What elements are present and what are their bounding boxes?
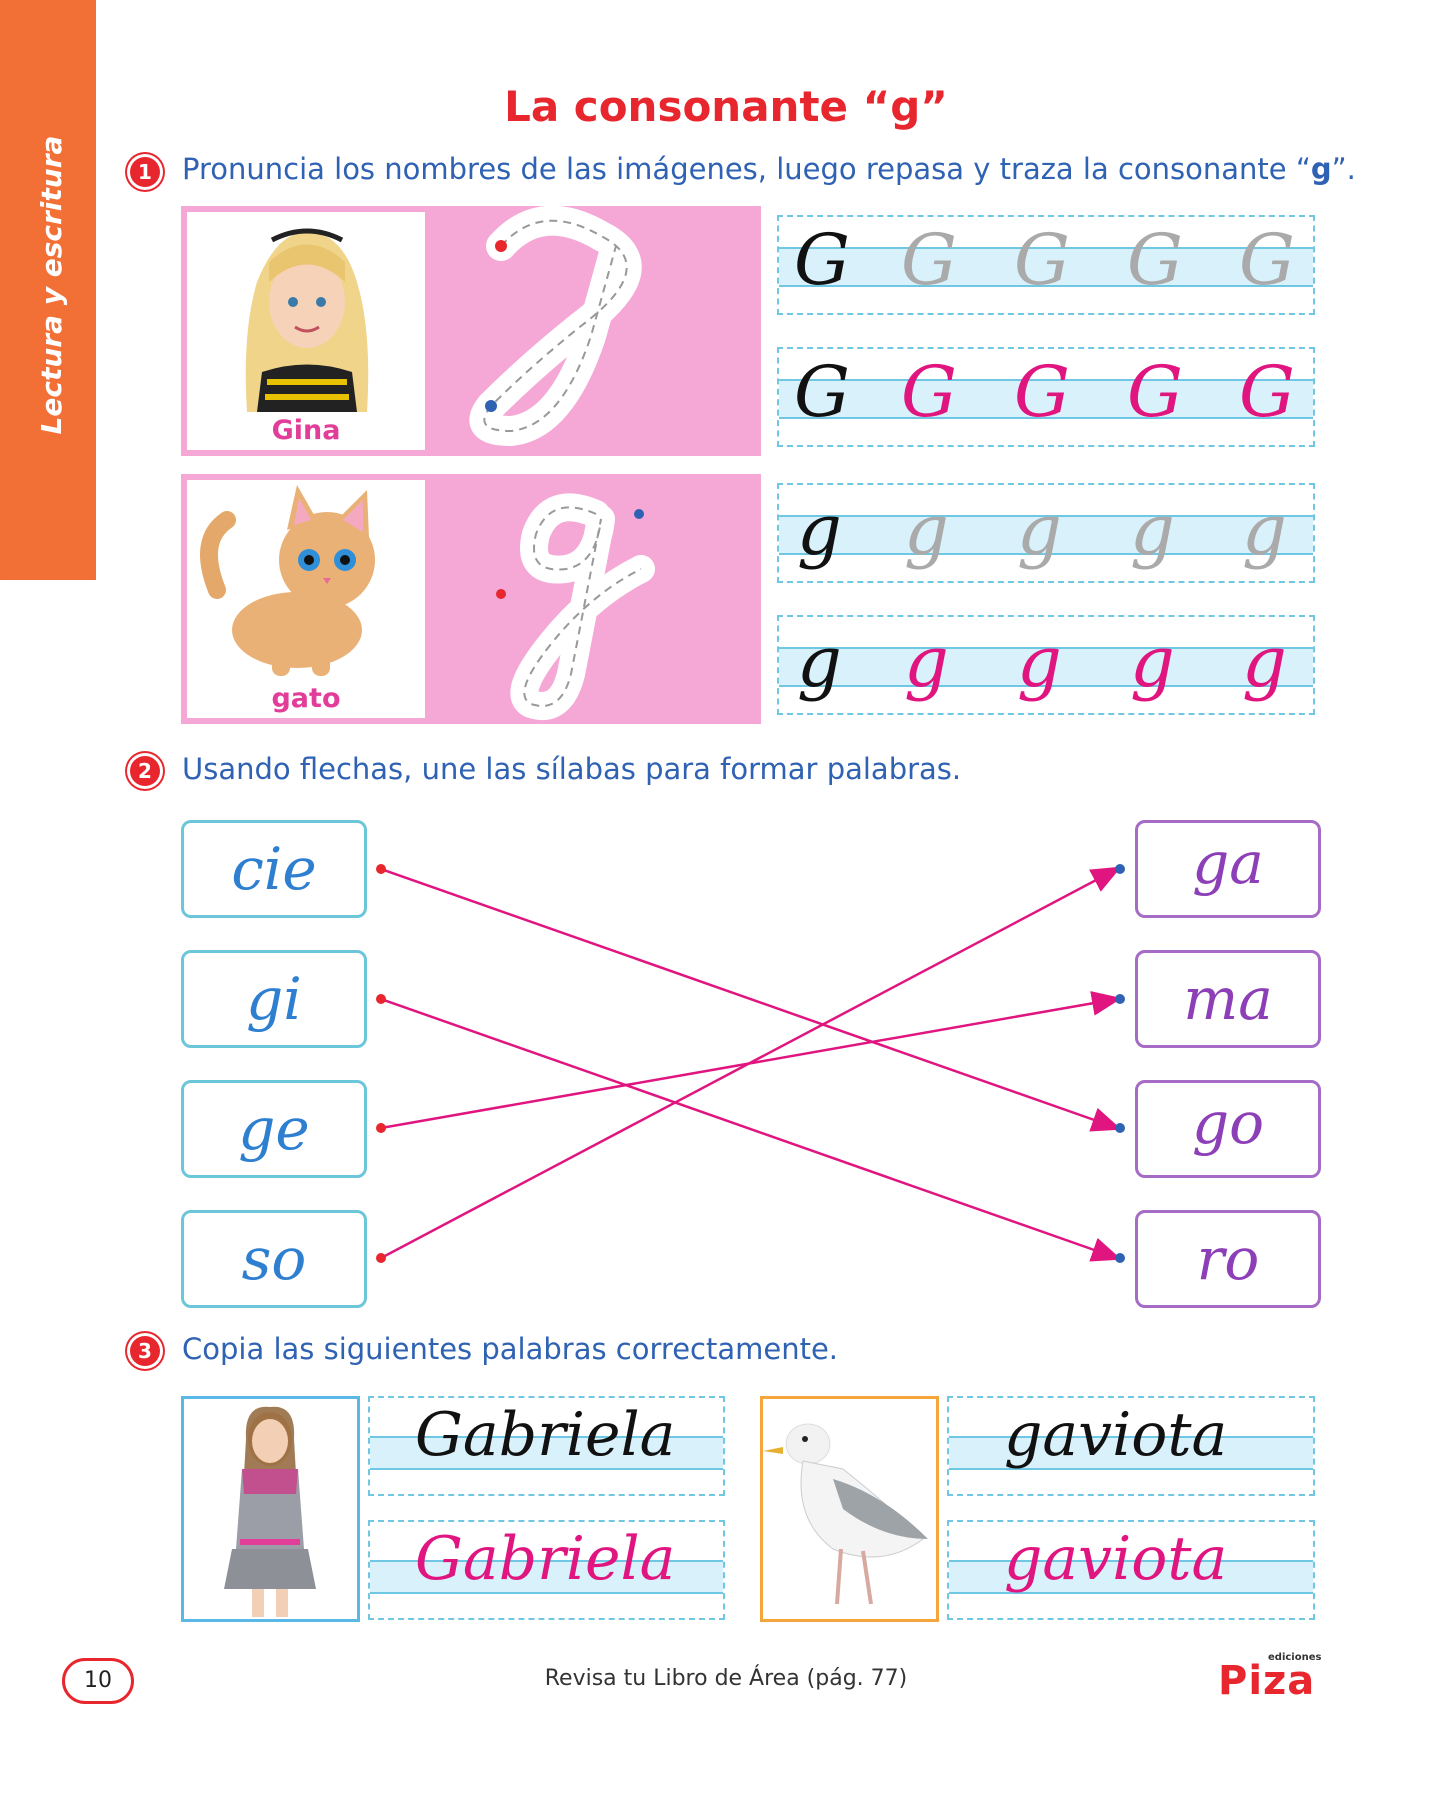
copy-word-answer: gaviota: [1004, 1524, 1228, 1594]
copy-strip-gabriela-2[interactable]: Gabriela: [368, 1520, 725, 1620]
arrow-so-ga: [380, 866, 1122, 1260]
gabriela-photo: [181, 1396, 360, 1622]
arrow-start-dot: [376, 1253, 386, 1263]
publisher-logo: Piza: [1218, 1658, 1316, 1704]
copy-word-answer: Gabriela: [415, 1524, 676, 1594]
copy-word-model: gaviota: [1004, 1400, 1228, 1470]
arrow-cie-go: [380, 867, 1122, 1132]
arrow-start-dot: [376, 994, 386, 1004]
copy-word-model: Gabriela: [415, 1400, 676, 1470]
exercise-number-3: 3: [130, 1336, 160, 1366]
exercise-3-instruction: Copia las siguientes palabras correctame…: [182, 1332, 839, 1366]
arrow-start-dot: [376, 864, 386, 874]
copy-strip-gaviota-1[interactable]: gaviota: [947, 1396, 1315, 1496]
arrow-start-dot: [376, 1123, 386, 1133]
arrow-end-dot: [1115, 864, 1125, 874]
arrow-end-dot: [1115, 1123, 1125, 1133]
copy-strip-gabriela-1[interactable]: Gabriela: [368, 1396, 725, 1496]
gaviota-photo: [760, 1396, 939, 1622]
arrow-end-dot: [1115, 1253, 1125, 1263]
arrow-gi-ro: [380, 997, 1122, 1262]
copy-strip-gaviota-2[interactable]: gaviota: [947, 1520, 1315, 1620]
arrow-end-dot: [1115, 994, 1125, 1004]
